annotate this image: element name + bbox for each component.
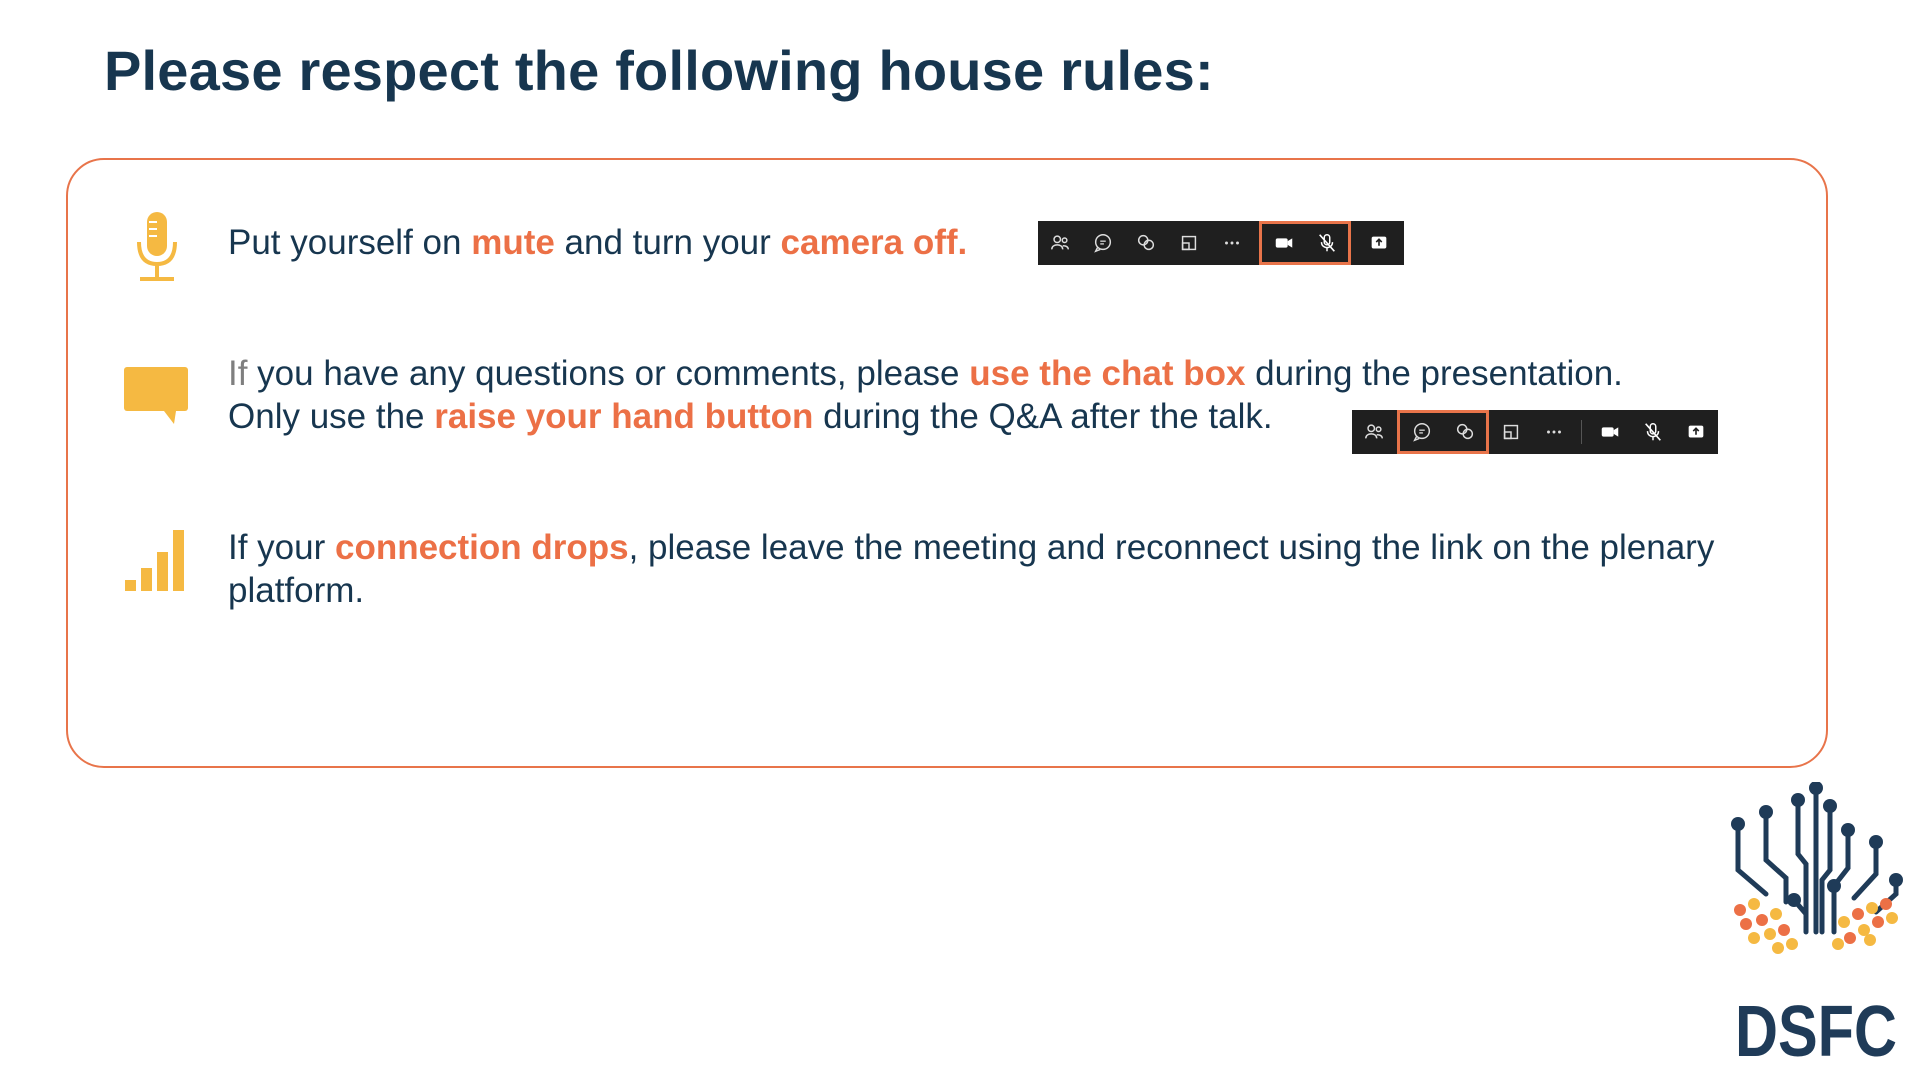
rooms-icon [1489, 410, 1532, 454]
rule-mute-text: Put yourself on mute and turn your camer… [228, 223, 968, 262]
chat-bubble-icon [124, 367, 188, 424]
microphone-icon [137, 212, 177, 281]
highlight-raise-hand: raise your hand button [434, 397, 814, 436]
raise-hand-icon [1124, 221, 1167, 265]
logo-text: DSFC [1735, 992, 1897, 1062]
people-icon [1038, 221, 1081, 265]
page-title: Please respect the following house rules… [104, 39, 1214, 102]
camera-icon [1588, 410, 1631, 454]
raise-hand-icon [1443, 413, 1486, 451]
rule-connection-text: If your connection drops, please leave t… [228, 528, 1715, 610]
rooms-icon [1167, 221, 1210, 265]
people-icon [1352, 410, 1395, 454]
highlight-connection-drops: connection drops [334, 528, 629, 567]
more-icon [1210, 221, 1253, 265]
share-icon [1357, 221, 1400, 265]
camera-icon [1262, 224, 1305, 262]
highlight-mute: mute [471, 223, 555, 262]
toolbar-divider [1581, 420, 1582, 444]
share-icon [1674, 410, 1717, 454]
camera-mic-highlight [1259, 221, 1351, 265]
highlight-camera-off: camera off. [780, 223, 968, 262]
meeting-toolbar-2 [1352, 410, 1718, 454]
dsfc-logo: DSFC [1731, 782, 1903, 1062]
more-icon [1532, 410, 1575, 454]
highlight-chat-box: use the chat box [969, 354, 1246, 393]
signal-bars-icon [125, 530, 184, 591]
chat-hand-highlight [1397, 410, 1489, 454]
meeting-toolbar-1 [1038, 221, 1404, 265]
chat-icon [1400, 413, 1443, 451]
mic-off-icon [1305, 224, 1348, 262]
chat-icon [1081, 221, 1124, 265]
mic-off-icon [1631, 410, 1674, 454]
